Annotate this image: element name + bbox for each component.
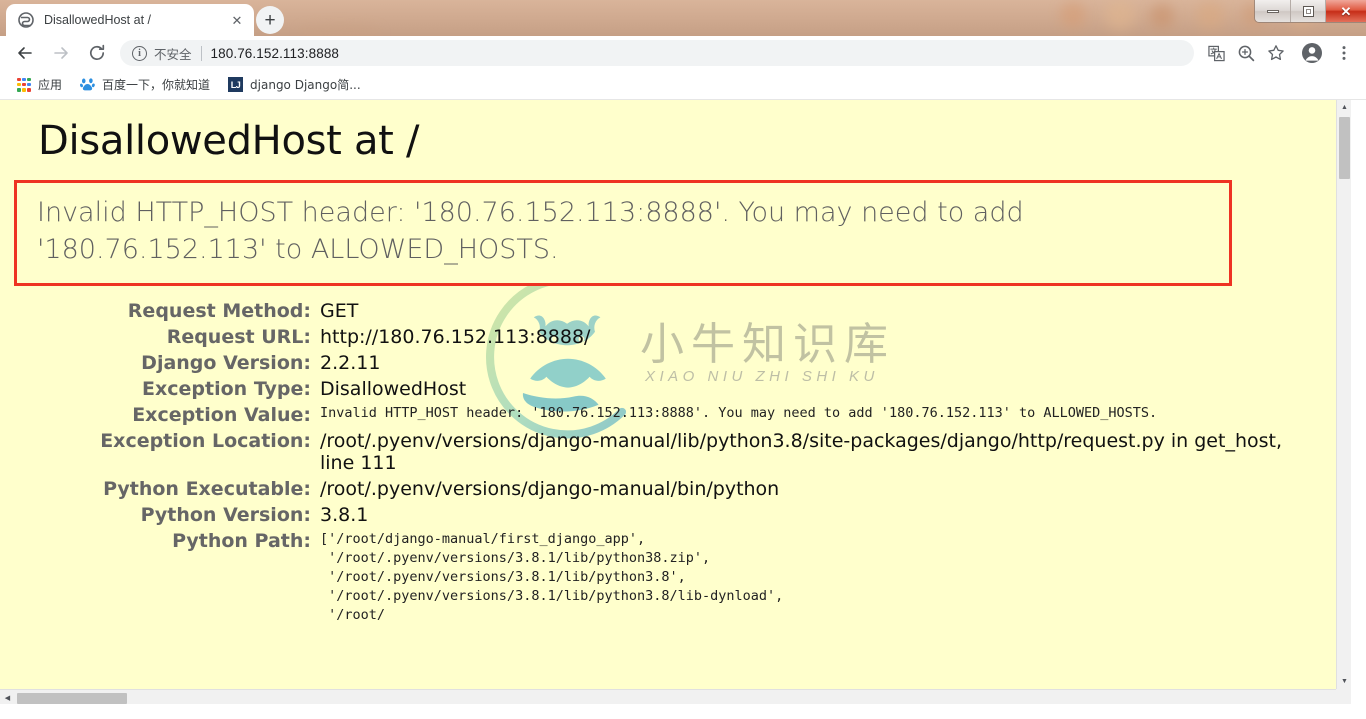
error-message: Invalid HTTP_HOST header: '180.76.152.11… xyxy=(37,197,1024,266)
request-info-table: Request Method: GET Request URL: http://… xyxy=(0,298,1290,628)
row-label: Python Executable: xyxy=(103,477,311,500)
browser-window: DisallowedHost at / ✕ + ✕ i 不安全 180.76.1… xyxy=(0,0,1366,719)
restore-button[interactable] xyxy=(1290,0,1325,22)
info-icon[interactable]: i xyxy=(132,45,147,61)
tab-title: DisallowedHost at / xyxy=(44,13,151,27)
row-value: 2.2.11 xyxy=(320,351,381,374)
table-row: Exception Value: Invalid HTTP_HOST heade… xyxy=(0,402,1290,428)
row-label: Exception Type: xyxy=(142,377,311,400)
close-icon: ✕ xyxy=(1340,3,1352,19)
tab-strip: DisallowedHost at / ✕ + ✕ xyxy=(0,0,1366,36)
row-value: /root/.pyenv/versions/django-manual/bin/… xyxy=(320,477,780,500)
table-row: Exception Type: DisallowedHost xyxy=(0,376,1290,402)
minimize-icon xyxy=(1266,9,1279,13)
forward-button[interactable] xyxy=(46,38,76,68)
address-bar[interactable]: i 不安全 180.76.152.113:8888 xyxy=(120,40,1194,66)
bookmark-label: 应用 xyxy=(38,78,63,92)
new-tab-button[interactable]: + xyxy=(256,6,284,34)
table-row: Exception Location: /root/.pyenv/version… xyxy=(0,428,1290,476)
django-error-page: 小牛知识库 XIAO NIU ZHI SHI KU DisallowedHost… xyxy=(0,100,1351,704)
row-value: DisallowedHost xyxy=(320,377,467,400)
apps-grid-icon xyxy=(17,77,31,92)
table-row: Python Path: ['/root/django-manual/first… xyxy=(0,528,1290,628)
bookmarks-bar: 应用 百度一下，你就知道 LJ django Django简... xyxy=(0,70,1366,100)
window-controls: ✕ xyxy=(1255,0,1366,22)
row-label: Python Version: xyxy=(140,503,311,526)
page-viewport: 小牛知识库 XIAO NIU ZHI SHI KU DisallowedHost… xyxy=(0,100,1366,719)
horizontal-scrollbar-thumb[interactable] xyxy=(17,693,127,704)
table-row: Request URL: http://180.76.152.113:8888/ xyxy=(0,324,1290,350)
vertical-scrollbar[interactable]: ▲ ▼ xyxy=(1336,100,1351,704)
bookmark-baidu[interactable]: 百度一下，你就知道 xyxy=(73,74,217,96)
baidu-icon xyxy=(80,77,95,92)
row-value: 3.8.1 xyxy=(320,503,369,526)
page-title: DisallowedHost at / xyxy=(38,118,420,164)
row-label: Python Path: xyxy=(172,529,311,552)
zoom-icon[interactable] xyxy=(1232,39,1260,67)
row-value: Invalid HTTP_HOST header: '180.76.152.11… xyxy=(320,404,1158,421)
restore-icon xyxy=(1302,5,1314,17)
tab-close-icon[interactable]: ✕ xyxy=(228,11,246,29)
table-row: Python Version: 3.8.1 xyxy=(0,502,1290,528)
row-value: /root/.pyenv/versions/django-manual/lib/… xyxy=(320,429,1283,474)
browser-menu-button[interactable] xyxy=(1330,39,1358,67)
row-label: Exception Location: xyxy=(100,429,311,452)
row-value: GET xyxy=(320,299,359,322)
translate-icon[interactable] xyxy=(1202,39,1230,67)
bookmark-label: django Django简... xyxy=(250,78,361,92)
lj-icon: LJ xyxy=(228,77,244,92)
scroll-left-arrow[interactable]: ◀ xyxy=(0,690,15,704)
url-text: 180.76.152.113:8888 xyxy=(210,45,340,61)
bookmark-label: 百度一下，你就知道 xyxy=(102,78,211,92)
table-row: Django Version: 2.2.11 xyxy=(0,350,1290,376)
reload-button[interactable] xyxy=(82,38,112,68)
scroll-up-arrow[interactable]: ▲ xyxy=(1337,100,1351,115)
omnibox-divider xyxy=(200,45,202,61)
row-label: Request URL: xyxy=(166,325,311,348)
security-badge: 不安全 xyxy=(154,46,192,62)
bookmark-star-icon[interactable] xyxy=(1262,39,1290,67)
bookmark-apps[interactable]: 应用 xyxy=(10,74,69,96)
minimize-button[interactable] xyxy=(1255,0,1290,22)
back-button[interactable] xyxy=(10,38,40,68)
globe-icon xyxy=(18,12,34,28)
row-label: Django Version: xyxy=(141,351,311,374)
row-label: Exception Value: xyxy=(132,403,311,426)
browser-toolbar: i 不安全 180.76.152.113:8888 xyxy=(0,36,1366,70)
error-content: DisallowedHost at / Invalid HTTP_HOST he… xyxy=(0,100,1336,627)
browser-tab[interactable]: DisallowedHost at / ✕ xyxy=(6,4,254,36)
bookmark-django[interactable]: LJ django Django简... xyxy=(221,74,368,96)
scroll-down-arrow[interactable]: ▼ xyxy=(1337,674,1351,689)
horizontal-scrollbar[interactable]: ◀ xyxy=(0,689,1351,704)
row-value: ['/root/django-manual/first_django_app',… xyxy=(320,530,784,624)
close-button[interactable]: ✕ xyxy=(1325,0,1366,22)
profile-avatar[interactable] xyxy=(1298,39,1326,67)
error-summary-box: Invalid HTTP_HOST header: '180.76.152.11… xyxy=(14,180,1232,286)
vertical-scrollbar-thumb[interactable] xyxy=(1339,117,1350,179)
scrollbar-corner xyxy=(1336,689,1351,704)
row-value: http://180.76.152.113:8888/ xyxy=(320,325,591,348)
row-label: Request Method: xyxy=(127,299,311,322)
table-row: Python Executable: /root/.pyenv/versions… xyxy=(0,476,1290,502)
table-row: Request Method: GET xyxy=(0,298,1290,324)
